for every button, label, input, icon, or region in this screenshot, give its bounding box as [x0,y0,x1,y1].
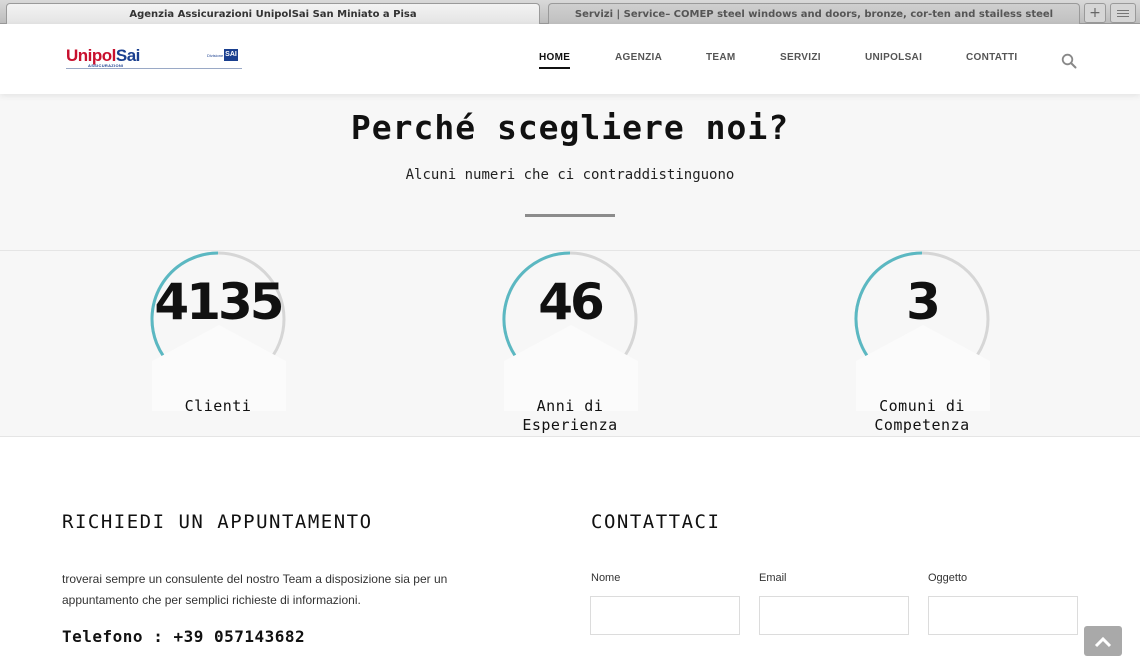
nav-home[interactable]: HOME [539,52,571,69]
browser-tab-inactive[interactable]: Servizi | Service– COMEP steel windows a… [548,3,1080,24]
counters-section: 4135 Clienti 46 Anni di Esperienza 3 Com… [0,251,1140,437]
appointment-heading: RICHIEDI UN APPUNTAMENTO [62,511,373,533]
name-field-label: Nome [591,572,621,584]
nav-unipolsai[interactable]: UNIPOLSAI [865,52,922,63]
counter-value: 4135 [154,273,284,331]
logo-division-label: Divisione [207,53,224,58]
appointment-text: troverai sempre un consulente del nostro… [62,572,448,607]
counter-label: Clienti [184,397,252,415]
email-field-label: Email [759,572,787,584]
counter-clienti: 4135 Clienti [150,251,290,436]
email-field[interactable] [759,596,909,635]
counter-label: Comuni di Competenza [874,397,970,434]
nav-contatti[interactable]: CONTATTI [966,52,1017,63]
search-icon[interactable] [1061,53,1077,69]
why-choose-us-section: Perché scegliere noi? Alcuni numeri che … [0,94,1140,251]
site-header: UnipolSai ASSICURAZIONI Divisione SAI HO… [0,24,1140,94]
logo-division-badge: SAI [224,49,238,61]
phone-number[interactable]: Telefono : +39 057143682 [62,627,305,646]
counter-comuni: 3 Comuni di Competenza [854,251,994,436]
tab-list-icon[interactable] [1110,3,1136,23]
nav-servizi[interactable]: SERVIZI [780,52,821,63]
browser-tab-bar: Agenzia Assicurazioni UnipolSai San Mini… [0,0,1140,24]
section-divider [525,214,615,217]
section-subtitle: Alcuni numeri che ci contraddistinguono [405,167,735,183]
counter-label: Anni di Esperienza [522,397,618,434]
scroll-to-top-button[interactable] [1084,626,1122,656]
counter-value: 3 [906,273,941,331]
subject-field[interactable] [928,596,1078,635]
nav-agenzia[interactable]: AGENZIA [615,52,662,63]
chevron-up-icon [1094,636,1112,648]
nav-team[interactable]: TEAM [706,52,736,63]
contact-heading: CONTATTACI [591,511,721,533]
counter-value: 46 [538,273,605,331]
name-field[interactable] [590,596,740,635]
new-tab-button[interactable]: + [1084,3,1106,23]
logo-underline [66,68,242,69]
counter-anni: 46 Anni di Esperienza [502,251,642,436]
section-title: Perché scegliere noi? [350,108,790,147]
subject-field-label: Oggetto [928,572,968,584]
browser-tab-active[interactable]: Agenzia Assicurazioni UnipolSai San Mini… [6,3,540,24]
unipolsai-logo[interactable]: UnipolSai ASSICURAZIONI Divisione SAI [66,46,246,72]
